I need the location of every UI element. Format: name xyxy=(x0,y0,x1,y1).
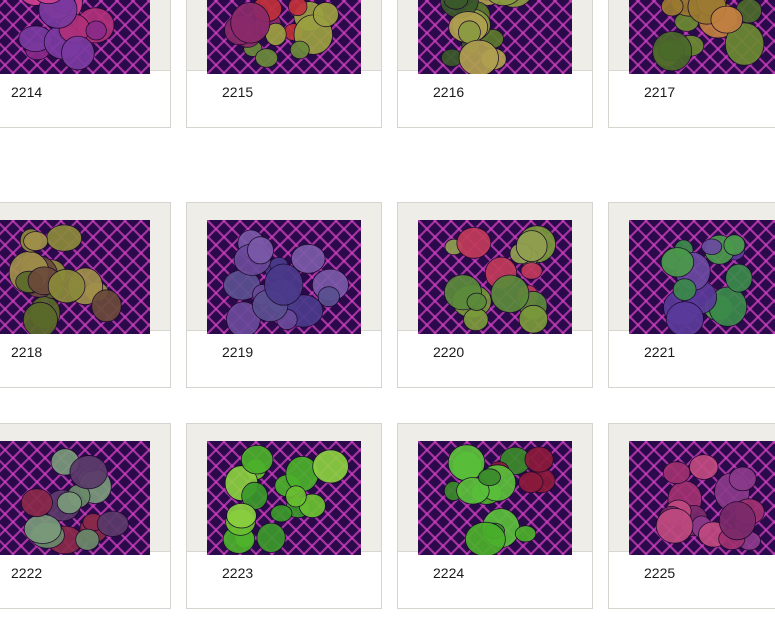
product-number[interactable]: 2217 xyxy=(644,84,675,100)
product-photo[interactable] xyxy=(207,0,361,74)
product-number[interactable]: 2220 xyxy=(433,344,464,360)
product-number[interactable]: 2218 xyxy=(11,344,42,360)
coral-image xyxy=(0,0,150,74)
product-card[interactable]: 2220 xyxy=(397,202,593,388)
product-card[interactable]: 2222 xyxy=(0,423,171,609)
coral-image xyxy=(207,0,361,74)
product-number[interactable]: 2215 xyxy=(222,84,253,100)
product-card[interactable]: 2223 xyxy=(186,423,382,609)
product-grid: 2214 2215 2216 2217 2218 2219 2220 2221 2222 2223… xyxy=(0,0,775,625)
product-photo[interactable] xyxy=(0,441,150,555)
product-card[interactable]: 2225 xyxy=(608,423,775,609)
product-number[interactable]: 2224 xyxy=(433,565,464,581)
coral-image xyxy=(418,220,572,334)
coral-image xyxy=(418,441,572,555)
product-card[interactable]: 2224 xyxy=(397,423,593,609)
product-photo[interactable] xyxy=(207,441,361,555)
product-card[interactable]: 2215 xyxy=(186,0,382,128)
product-number[interactable]: 2222 xyxy=(11,565,42,581)
product-photo[interactable] xyxy=(629,441,775,555)
product-photo[interactable] xyxy=(0,220,150,334)
product-card[interactable]: 2219 xyxy=(186,202,382,388)
product-number[interactable]: 2216 xyxy=(433,84,464,100)
product-card[interactable]: 2216 xyxy=(397,0,593,128)
coral-image xyxy=(0,441,150,555)
product-photo[interactable] xyxy=(207,220,361,334)
product-number[interactable]: 2219 xyxy=(222,344,253,360)
coral-image xyxy=(629,0,775,74)
product-photo[interactable] xyxy=(629,220,775,334)
coral-image xyxy=(207,220,361,334)
coral-image xyxy=(629,220,775,334)
coral-image xyxy=(207,441,361,555)
coral-image xyxy=(0,220,150,334)
product-photo[interactable] xyxy=(418,0,572,74)
product-photo[interactable] xyxy=(418,220,572,334)
product-photo[interactable] xyxy=(629,0,775,74)
coral-image xyxy=(418,0,572,74)
product-number[interactable]: 2225 xyxy=(644,565,675,581)
product-card[interactable]: 2218 xyxy=(0,202,171,388)
product-card[interactable]: 2221 xyxy=(608,202,775,388)
product-number[interactable]: 2221 xyxy=(644,344,675,360)
product-photo[interactable] xyxy=(418,441,572,555)
product-photo[interactable] xyxy=(0,0,150,74)
product-card[interactable]: 2217 xyxy=(608,0,775,128)
product-number[interactable]: 2214 xyxy=(11,84,42,100)
coral-image xyxy=(629,441,775,555)
product-number[interactable]: 2223 xyxy=(222,565,253,581)
product-card[interactable]: 2214 xyxy=(0,0,171,128)
